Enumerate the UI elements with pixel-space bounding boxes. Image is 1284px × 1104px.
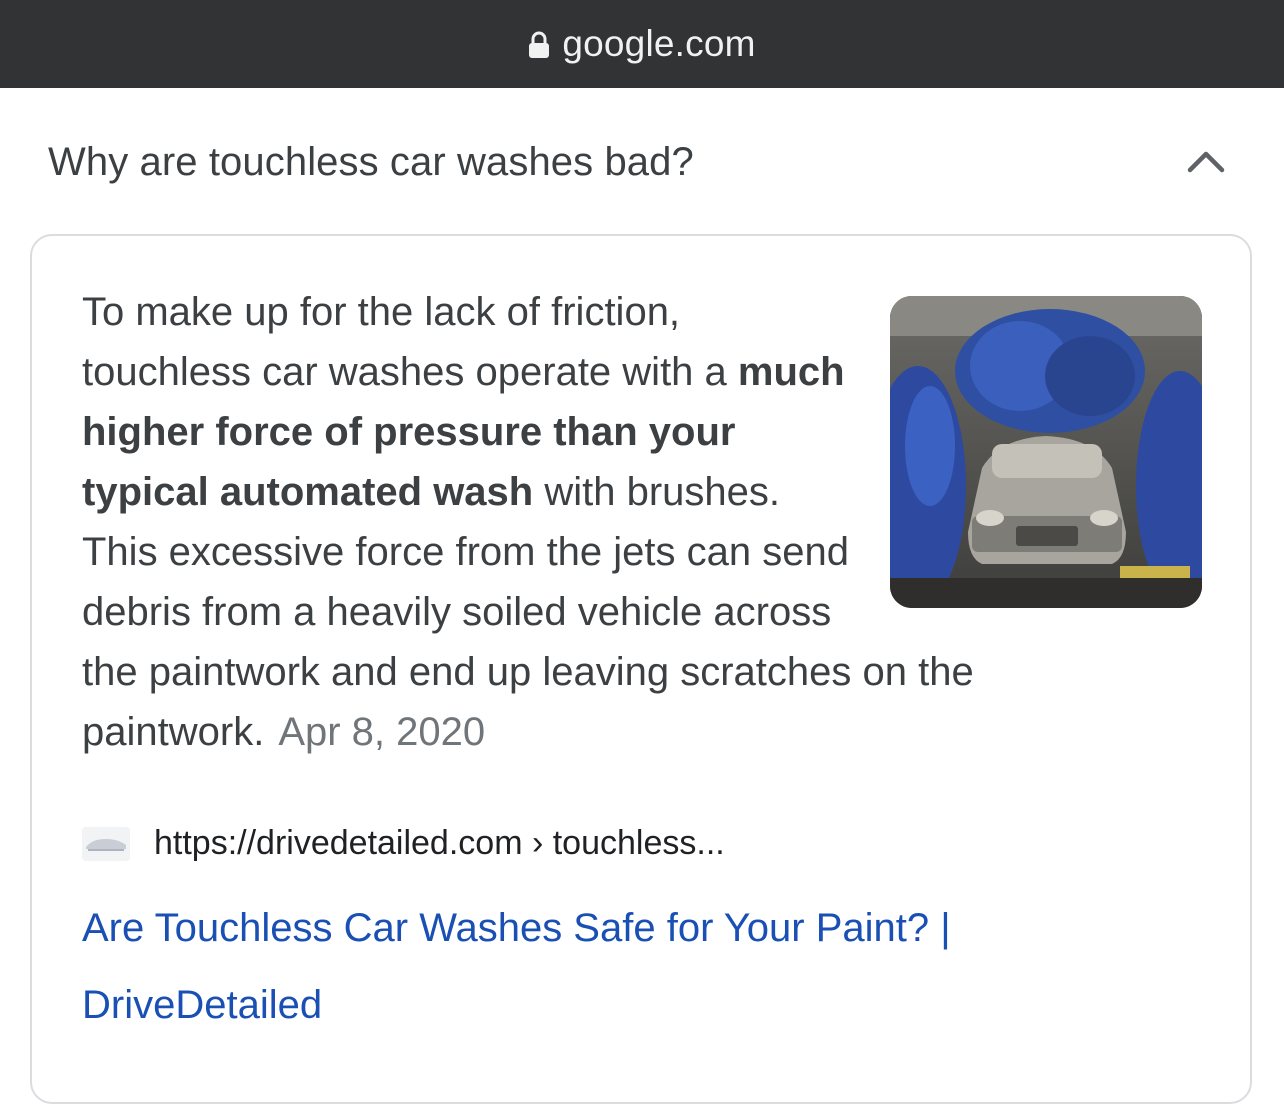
answer-date: Apr 8, 2020 [278,710,486,754]
site-favicon-icon [82,826,130,861]
car-wash-thumbnail[interactable] [890,296,1202,608]
source-breadcrumb-row[interactable]: https://drivedetailed.com › touchless... [82,824,725,863]
browser-address-bar[interactable]: google.com [0,0,1284,88]
result-title-link[interactable]: Are Touchless Car Washes Safe for Your P… [82,890,1082,1044]
answer-snippet: To make up for the lack of friction, tou… [82,282,1202,762]
faq-question: Why are touchless car washes bad? [48,139,694,184]
chevron-up-icon[interactable] [1184,140,1228,184]
source-url: https://drivedetailed.com › touchless... [154,824,725,862]
answer-text-start: To make up for the lack of friction, tou… [82,290,738,394]
url-text: google.com [562,23,756,64]
url-display[interactable]: google.com [528,23,755,65]
faq-question-row[interactable]: Why are touchless car washes bad? [48,112,1238,212]
answer-card: To make up for the lack of friction, tou… [30,234,1252,1104]
lock-icon [528,31,550,59]
